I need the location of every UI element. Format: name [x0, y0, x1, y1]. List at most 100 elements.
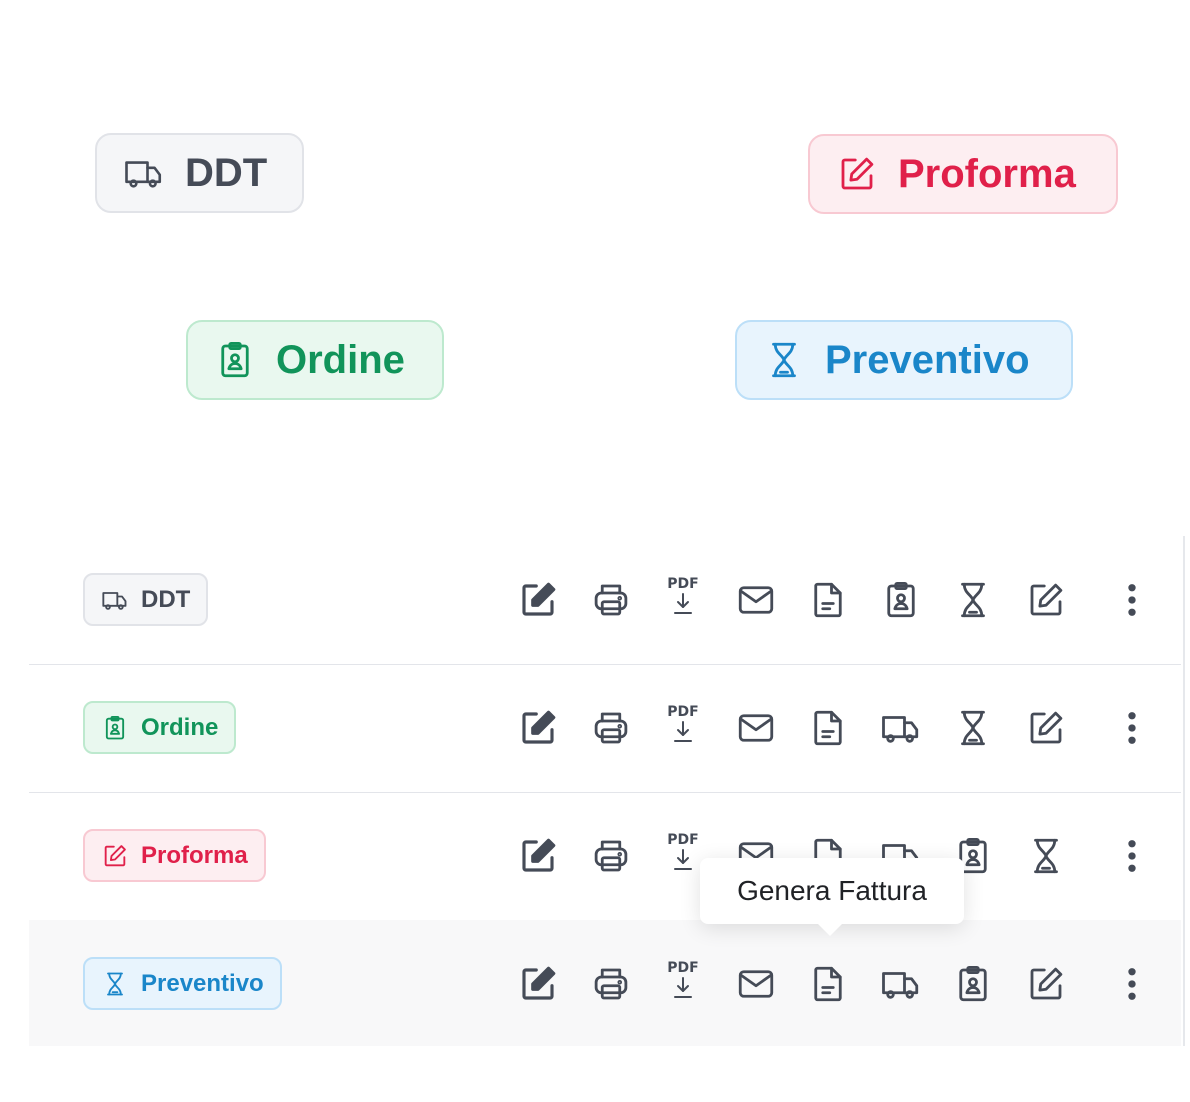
edit-icon — [522, 966, 556, 1000]
edit-button[interactable] — [517, 960, 590, 1008]
pdf-label: PDF — [667, 576, 699, 592]
more-button[interactable] — [1097, 704, 1170, 752]
pdf-label: PDF — [667, 704, 699, 720]
convert-to-proforma-button[interactable] — [1025, 704, 1098, 752]
tooltip-text: Genera Fattura — [737, 875, 927, 906]
quote-icon — [107, 972, 123, 995]
generate-invoice-button[interactable] — [807, 960, 880, 1008]
print-icon — [594, 712, 627, 744]
edit-button[interactable] — [517, 704, 590, 752]
print-button[interactable] — [590, 832, 663, 880]
generate-invoice-button[interactable] — [807, 704, 880, 752]
table-row: Preventivo PDF — [29, 920, 1181, 1046]
print-button[interactable] — [590, 704, 663, 752]
convert-to-quote-button[interactable] — [952, 576, 1025, 624]
quote-icon — [1033, 838, 1058, 874]
quote-icon — [961, 710, 985, 746]
email-button[interactable] — [735, 704, 808, 752]
invoice-icon — [814, 582, 842, 618]
badge-preventivo-label: Preventivo — [825, 337, 1030, 382]
invoice-icon — [814, 966, 842, 1002]
pdf-download-button[interactable]: PDF — [662, 576, 735, 624]
table-row: Ordine PDF — [29, 664, 1181, 793]
order-icon — [959, 965, 987, 1002]
convert-to-ddt-button[interactable] — [880, 960, 953, 1008]
status-badge: DDT — [83, 573, 209, 626]
status-badge: Proforma — [83, 829, 266, 882]
status-badge: Preventivo — [83, 957, 282, 1010]
pdf-download-button[interactable]: PDF — [662, 704, 735, 752]
badge-ddt-large: DDT — [95, 133, 304, 213]
status-badge-label: Preventivo — [141, 969, 264, 997]
convert-to-proforma-button[interactable] — [1025, 960, 1098, 1008]
edit-icon — [522, 710, 556, 744]
order-icon — [886, 581, 915, 618]
convert-to-order-button[interactable] — [880, 576, 953, 624]
status-badge-label: Ordine — [141, 713, 219, 741]
print-icon — [594, 968, 627, 1000]
proforma-icon — [104, 844, 126, 866]
proforma-icon — [1030, 967, 1062, 1000]
table-row: DDT PDF — [29, 536, 1181, 665]
row-actions: PDF — [517, 704, 1170, 752]
convert-to-quote-button[interactable] — [1025, 832, 1098, 880]
tooltip-arrow — [817, 923, 843, 936]
edit-icon — [522, 838, 556, 872]
proforma-icon — [1030, 583, 1062, 616]
more-button[interactable] — [1097, 960, 1170, 1008]
truck-icon — [102, 591, 127, 610]
badge-ordine-large: Ordine — [186, 320, 444, 400]
truck-icon — [125, 161, 162, 188]
truck-icon — [881, 972, 918, 999]
quote-icon — [961, 582, 985, 618]
row-actions: PDF — [517, 576, 1170, 624]
truck-icon — [881, 716, 918, 743]
convert-to-quote-button[interactable] — [952, 704, 1025, 752]
print-icon — [594, 840, 627, 872]
table-row: Proforma PDF — [29, 792, 1181, 921]
pdf-download-icon: PDF — [662, 576, 704, 624]
more-button[interactable] — [1097, 832, 1170, 880]
badge-ddt-label: DDT — [185, 150, 268, 195]
print-button[interactable] — [590, 960, 663, 1008]
print-button[interactable] — [590, 576, 663, 624]
more-vertical-icon — [1128, 712, 1136, 744]
more-button[interactable] — [1097, 576, 1170, 624]
pdf-download-icon: PDF — [662, 960, 704, 1008]
pdf-download-icon: PDF — [662, 832, 704, 880]
convert-to-order-button[interactable] — [952, 960, 1025, 1008]
convert-to-proforma-button[interactable] — [1025, 576, 1098, 624]
more-vertical-icon — [1128, 840, 1136, 872]
email-button[interactable] — [735, 960, 808, 1008]
edit-button[interactable] — [517, 832, 590, 880]
tooltip-genera-fattura: Genera Fattura — [700, 858, 964, 936]
document-list: DDT PDF Ordine PDF Proforma PDF Preventi… — [29, 536, 1185, 1046]
print-icon — [594, 584, 627, 616]
email-icon — [738, 586, 773, 614]
status-badge-label: Proforma — [141, 841, 248, 869]
edit-icon — [522, 582, 556, 616]
pdf-download-icon: PDF — [662, 704, 704, 752]
edit-button[interactable] — [517, 576, 590, 624]
row-actions: PDF — [517, 960, 1170, 1008]
more-vertical-icon — [1128, 968, 1136, 1000]
status-badge-label: DDT — [141, 585, 191, 613]
proforma-icon — [1030, 711, 1062, 744]
badge-ordine-label: Ordine — [276, 337, 405, 382]
proforma-icon — [841, 157, 874, 190]
quote-icon — [772, 342, 796, 378]
order-icon — [105, 715, 125, 739]
order-icon — [221, 341, 249, 378]
email-button[interactable] — [735, 576, 808, 624]
badge-proforma-label: Proforma — [898, 151, 1076, 196]
generate-invoice-button[interactable] — [807, 576, 880, 624]
pdf-label: PDF — [667, 960, 699, 976]
badge-preventivo-large: Preventivo — [735, 320, 1073, 400]
badge-proforma-large: Proforma — [808, 134, 1118, 214]
email-icon — [738, 970, 773, 998]
more-vertical-icon — [1128, 584, 1136, 616]
pdf-label: PDF — [667, 832, 699, 848]
invoice-icon — [814, 710, 842, 746]
convert-to-ddt-button[interactable] — [880, 704, 953, 752]
pdf-download-button[interactable]: PDF — [662, 960, 735, 1008]
